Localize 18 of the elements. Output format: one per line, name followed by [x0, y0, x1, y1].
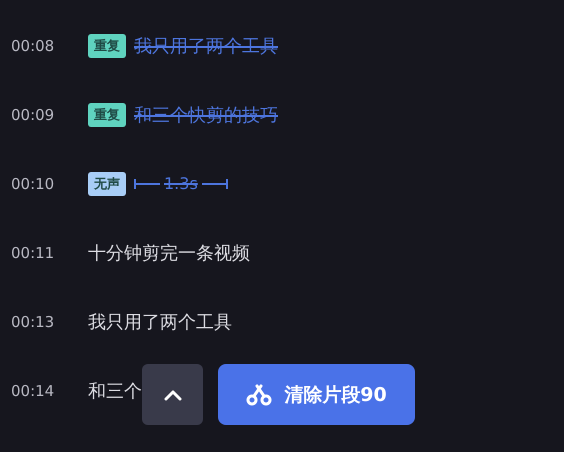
subtitle-text[interactable]: 我只用了两个工具	[88, 310, 232, 334]
timestamp: 00:13	[10, 312, 56, 330]
chevron-up-icon	[164, 388, 182, 400]
status-tag: 重复	[88, 102, 126, 126]
timestamp: 00:10	[10, 174, 56, 192]
status-tag: 重复	[88, 34, 126, 58]
subtitle-text[interactable]: 和三个	[88, 378, 142, 402]
subtitle-text[interactable]: 我只用了两个工具	[134, 34, 278, 58]
status-tag: 无声	[88, 172, 126, 196]
timestamp: 00:09	[10, 106, 56, 124]
scissors-icon	[246, 384, 272, 406]
timestamp: 00:11	[10, 244, 56, 262]
subtitle-text[interactable]: 和三个快剪的技巧	[134, 102, 278, 126]
scroll-up-button[interactable]	[142, 364, 203, 425]
timestamp: 00:08	[10, 36, 56, 54]
timestamp: 00:14	[10, 382, 56, 400]
clear-clips-button[interactable]: 清除片段90	[218, 364, 415, 425]
subtitle-text[interactable]: 十分钟剪完一条视频	[88, 240, 250, 264]
